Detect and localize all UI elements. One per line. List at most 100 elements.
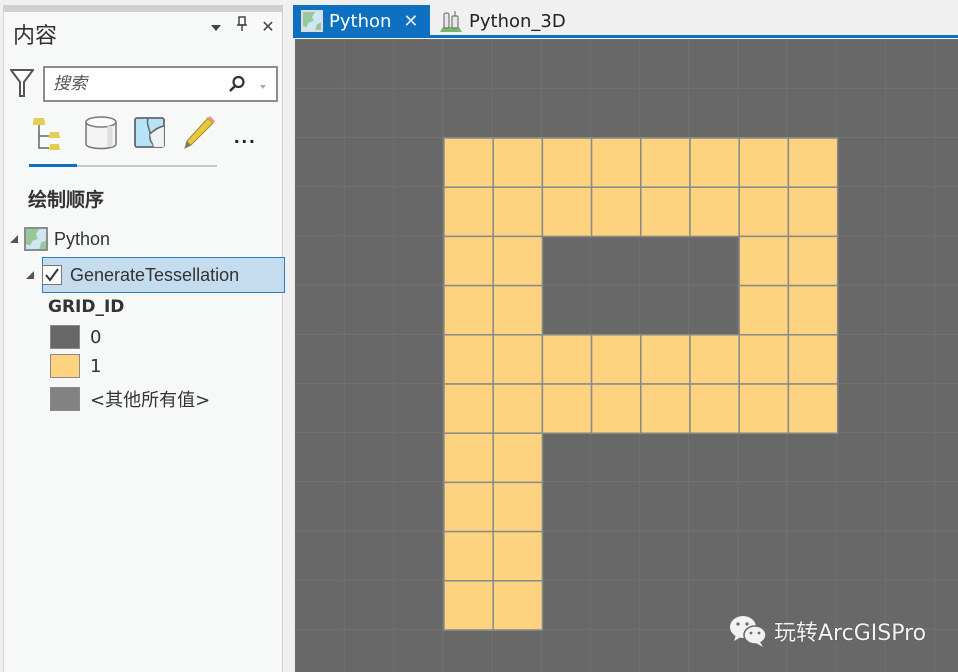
- tab-bar-accent-line: [293, 35, 958, 38]
- grid-cell-value-1[interactable]: [787, 137, 839, 188]
- grid-cell-value-1[interactable]: [443, 580, 494, 631]
- expand-arrow-icon[interactable]: [26, 271, 34, 279]
- legend-swatch[interactable]: [50, 387, 80, 411]
- scene-icon: [440, 11, 462, 32]
- grid-cell-value-1[interactable]: [443, 137, 494, 188]
- active-tab-indicator: [29, 164, 77, 167]
- grid-cell-value-1[interactable]: [640, 383, 691, 434]
- tab-python-map[interactable]: Python ✕: [293, 5, 430, 37]
- grid-cell-value-1[interactable]: [492, 137, 544, 188]
- legend-item-0[interactable]: 0: [50, 325, 101, 349]
- close-tab-icon[interactable]: ✕: [403, 11, 418, 32]
- tab-label: Python_3D: [469, 10, 566, 32]
- close-icon[interactable]: ✕: [260, 17, 276, 37]
- grid-cell-value-1[interactable]: [738, 186, 790, 238]
- grid-cell-value-1[interactable]: [640, 186, 691, 238]
- grid-cell-value-1[interactable]: [590, 334, 642, 385]
- grid-cell-value-1[interactable]: [541, 334, 593, 385]
- grid-cell-value-1[interactable]: [492, 432, 544, 484]
- legend-item-other[interactable]: <其他所有值>: [50, 386, 210, 412]
- watermark: 玩转ArcGISPro: [728, 614, 926, 648]
- legend-item-1[interactable]: 1: [50, 354, 101, 378]
- grid-cell-value-1[interactable]: [492, 235, 544, 287]
- map-view[interactable]: [294, 39, 958, 672]
- grid-cell-value-1[interactable]: [738, 383, 790, 434]
- checkmark-icon: [45, 268, 59, 282]
- wechat-icon: [730, 616, 767, 647]
- tree-item-map[interactable]: Python: [10, 225, 110, 253]
- grid-cell-value-1[interactable]: [443, 530, 494, 582]
- grid-cell-value-1[interactable]: [787, 186, 839, 238]
- grid-cell-value-1[interactable]: [738, 235, 790, 287]
- grid-cell-value-1[interactable]: [443, 186, 494, 238]
- pencil-icon[interactable]: [180, 114, 220, 154]
- grid-cell-value-1[interactable]: [443, 284, 494, 336]
- selection-icon[interactable]: [132, 114, 172, 154]
- grid-cell-value-1[interactable]: [787, 284, 839, 336]
- grid-cell-value-1[interactable]: [738, 137, 790, 188]
- layer-visibility-checkbox[interactable]: [42, 265, 62, 285]
- grid-cell-value-1[interactable]: [492, 383, 544, 434]
- grid-cell-value-1[interactable]: [689, 383, 740, 434]
- map-label: Python: [54, 228, 111, 249]
- grid-cell-value-1[interactable]: [787, 235, 839, 287]
- grid-cell-value-1[interactable]: [492, 481, 544, 533]
- contents-pane: 内容 ✕ 搜索 ... 绘制顺序 Python GenerateTessella…: [3, 5, 285, 672]
- grid-cell-value-1[interactable]: [443, 383, 494, 434]
- pane-drag-bar[interactable]: [4, 5, 282, 12]
- legend-label: 1: [90, 355, 102, 377]
- grid-cell-value-1[interactable]: [689, 186, 740, 238]
- filter-icon[interactable]: [10, 68, 34, 98]
- more-options-button[interactable]: ...: [234, 126, 257, 149]
- drawing-order-icon[interactable]: [32, 114, 72, 154]
- grid-cell-value-1[interactable]: [541, 137, 593, 188]
- data-source-icon[interactable]: [82, 114, 122, 154]
- legend-swatch[interactable]: [50, 325, 80, 349]
- legend-swatch[interactable]: [50, 354, 80, 378]
- grid-cell-value-1[interactable]: [689, 334, 740, 385]
- grid-cell-value-1[interactable]: [590, 137, 642, 188]
- symbology-field-name: GRID_ID: [48, 297, 125, 317]
- legend-label: 0: [90, 326, 102, 348]
- grid-cell-value-1[interactable]: [738, 284, 790, 336]
- grid-cell-value-1[interactable]: [541, 383, 593, 434]
- search-box[interactable]: [43, 66, 278, 102]
- grid-cell-value-1[interactable]: [640, 137, 691, 188]
- grid-cell-value-1[interactable]: [492, 186, 544, 238]
- expand-arrow-icon[interactable]: [10, 235, 18, 243]
- tree-item-layer[interactable]: GenerateTessellation: [26, 257, 239, 293]
- search-options-dropdown-icon[interactable]: [260, 85, 266, 89]
- grid-cell-value-1[interactable]: [590, 186, 642, 238]
- grid-cell-value-1[interactable]: [541, 186, 593, 238]
- grid-cell-value-1[interactable]: [492, 334, 544, 385]
- contents-toolbar: ...: [26, 114, 276, 167]
- grid-cell-value-1[interactable]: [492, 530, 544, 582]
- pane-title: 内容: [13, 24, 58, 49]
- search-input[interactable]: [53, 72, 223, 96]
- grid-cell-value-1[interactable]: [689, 137, 740, 188]
- grid-cell-value-1[interactable]: [492, 580, 544, 631]
- grid-cell-value-1[interactable]: [738, 334, 790, 385]
- grid-cell-value-1[interactable]: [590, 383, 642, 434]
- search-icon[interactable]: [228, 75, 246, 93]
- chevron-down-icon[interactable]: [208, 18, 224, 36]
- watermark-text: 玩转ArcGISPro: [774, 621, 927, 646]
- grid-cell-value-1[interactable]: [443, 334, 494, 385]
- grid-cell-value-1[interactable]: [640, 334, 691, 385]
- tab-python-3d-scene[interactable]: Python_3D: [433, 5, 593, 37]
- legend-label: <其他所有值>: [90, 390, 211, 411]
- grid-cell-value-1[interactable]: [492, 284, 544, 336]
- grid-cell-value-1[interactable]: [443, 432, 494, 484]
- grid-cell-value-1[interactable]: [787, 334, 839, 385]
- pin-icon[interactable]: [234, 16, 250, 37]
- view-tab-bar: Python ✕ Python_3D: [293, 5, 958, 37]
- pane-actions: ✕: [208, 16, 276, 37]
- grid-cell-value-1[interactable]: [443, 235, 494, 287]
- map-canvas[interactable]: [295, 39, 958, 672]
- tab-label: Python: [329, 10, 392, 32]
- map-icon: [24, 227, 48, 251]
- grid-cell-value-1[interactable]: [443, 481, 494, 533]
- grid-cell-value-1[interactable]: [787, 383, 839, 434]
- layer-label: GenerateTessellation: [70, 264, 240, 285]
- section-title-drawing-order: 绘制顺序: [28, 189, 105, 211]
